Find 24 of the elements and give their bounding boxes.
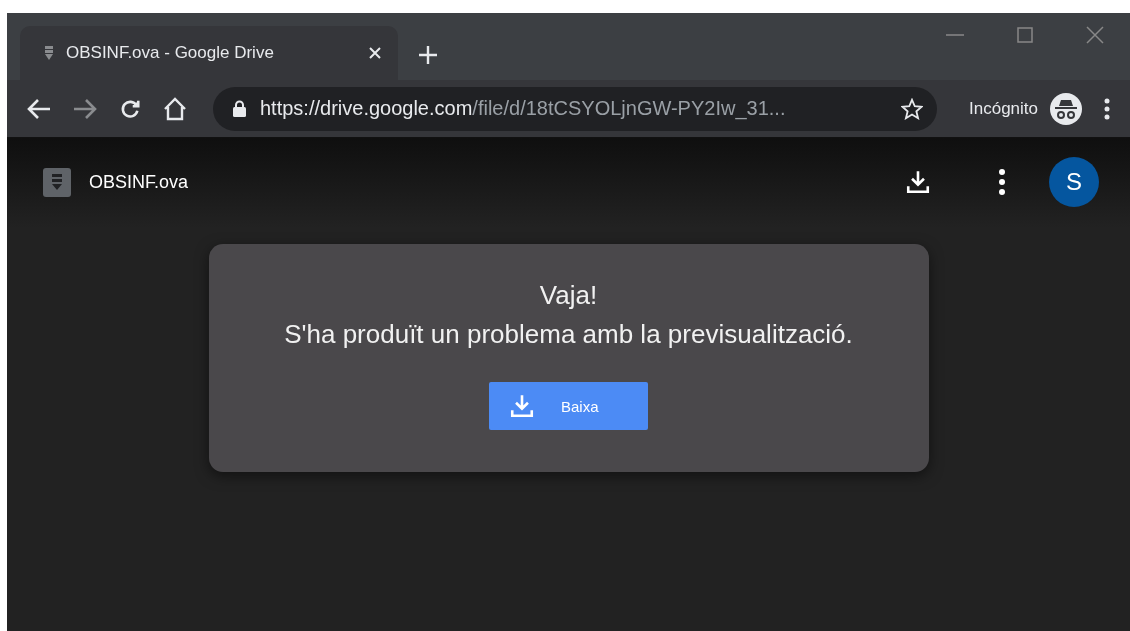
error-title: Vaja! <box>539 280 598 311</box>
incognito-icon[interactable] <box>1050 92 1082 125</box>
more-options-icon[interactable] <box>999 169 1005 195</box>
back-icon[interactable] <box>27 97 51 120</box>
file-icon <box>44 45 54 61</box>
account-avatar[interactable]: S <box>1049 157 1099 207</box>
download-icon <box>905 169 931 195</box>
file-icon <box>43 167 71 197</box>
download-button[interactable] <box>905 169 931 195</box>
close-tab-icon[interactable] <box>368 46 382 60</box>
download-icon <box>509 393 535 419</box>
error-message: S'ha produït un problema amb la previsualització. <box>284 319 853 350</box>
forward-icon[interactable] <box>73 97 97 120</box>
menu-icon[interactable] <box>1104 97 1110 120</box>
home-icon[interactable] <box>163 96 187 121</box>
tab-title: OBSINF.ova - Google Drive <box>66 43 275 63</box>
file-name: OBSINF.ova <box>89 171 190 193</box>
lock-icon <box>233 100 246 117</box>
browser-tab[interactable]: OBSINF.ova - Google Drive <box>20 26 398 80</box>
star-icon[interactable] <box>901 97 923 120</box>
new-tab-icon[interactable] <box>418 45 438 65</box>
incognito-label: Incógnito <box>969 98 1038 119</box>
address-bar[interactable]: https://drive.google.com/file/d/18tCSYOLjnGW-PY2Iw_31... <box>213 86 937 131</box>
url-text: https://drive.google.com/file/d/18tCSYOLjnGW-PY2Iw_31... <box>260 97 787 120</box>
